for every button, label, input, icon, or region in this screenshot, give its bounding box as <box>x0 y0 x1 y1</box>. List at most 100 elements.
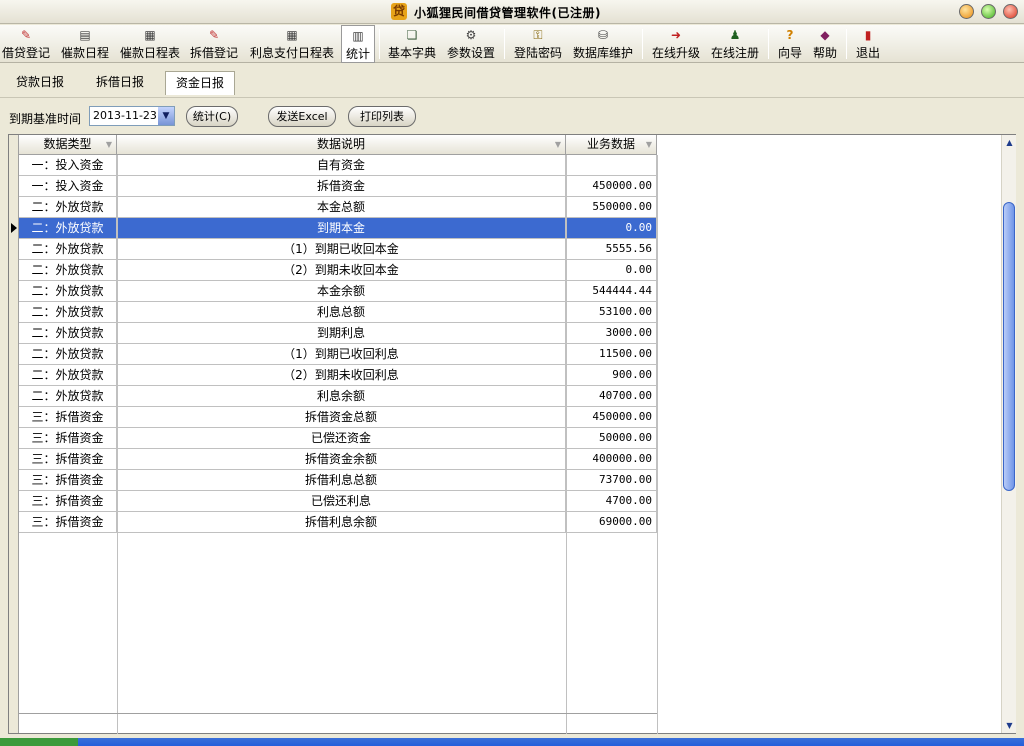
table-row[interactable]: 二：外放贷款 （2）到期未收回利息 900.00 <box>19 365 657 386</box>
cell-amount: 40700.00 <box>566 386 657 407</box>
toolbar-button-loan-register[interactable]: ✎ 借贷登记 <box>0 25 52 63</box>
table-row[interactable]: 三：拆借资金 拆借资金余额 400000.00 <box>19 449 657 470</box>
tab-funds-daily[interactable]: 资金日报 <box>165 71 236 95</box>
table-row[interactable]: 三：拆借资金 拆借利息余额 69000.00 <box>19 512 657 533</box>
toolbar-separator <box>846 29 847 59</box>
toolbar-separator <box>642 29 643 59</box>
toolbar-separator <box>768 29 769 59</box>
cell-data-type: 二：外放贷款 <box>19 323 117 344</box>
table-row[interactable]: 三：拆借资金 拆借资金总额 450000.00 <box>19 407 657 428</box>
table-row[interactable]: 二：外放贷款 （1）到期已收回利息 11500.00 <box>19 344 657 365</box>
title-bar: 贷 小狐狸民间借贷管理软件(已注册) <box>0 0 1024 24</box>
cell-amount: 50000.00 <box>566 428 657 449</box>
toolbar-button-database-maintenance[interactable]: ⛁ 数据库维护 <box>570 25 636 63</box>
cell-data-type: 二：外放贷款 <box>19 344 117 365</box>
minimize-button[interactable] <box>959 4 974 19</box>
column-divider <box>117 155 118 733</box>
cell-description: （2）到期未收回本金 <box>117 260 566 281</box>
key-icon: ⚿ <box>533 28 543 42</box>
filter-bar: 到期基准时间 2013-11-23 ▼ 统计(C) 发送Excel 打印列表 <box>4 100 1020 132</box>
table-row[interactable]: 三：拆借资金 已偿还资金 50000.00 <box>19 428 657 449</box>
cell-data-type: 三：拆借资金 <box>19 491 117 512</box>
table-row[interactable]: 二：外放贷款 到期本金 0.00 <box>19 218 657 239</box>
cell-amount: 11500.00 <box>566 344 657 365</box>
settings-icon: ⚙ <box>465 28 477 42</box>
cell-description: （1）到期已收回本金 <box>117 239 566 260</box>
chevron-down-icon[interactable]: ▼ <box>158 107 174 125</box>
grid-footer-row <box>19 713 658 734</box>
tab-borrow-daily[interactable]: 拆借日报 <box>86 71 154 95</box>
toolbar-button-dictionary[interactable]: ❏ 基本字典 <box>386 25 438 63</box>
toolbar-button-login-password[interactable]: ⚿ 登陆密码 <box>511 25 565 63</box>
due-date-value: 2013-11-23 <box>93 109 157 122</box>
cell-amount: 4700.00 <box>566 491 657 512</box>
cell-amount: 450000.00 <box>566 176 657 197</box>
table-row[interactable]: 二：外放贷款 利息余额 40700.00 <box>19 386 657 407</box>
scroll-down-icon[interactable]: ▼ <box>1002 718 1017 733</box>
print-list-button[interactable]: 打印列表 <box>348 106 416 127</box>
toolbar-button-online-upgrade[interactable]: ➜ 在线升级 <box>649 25 703 63</box>
table-row[interactable]: 二：外放贷款 本金余额 544444.44 <box>19 281 657 302</box>
statistics-button[interactable]: 统计(C) <box>186 106 238 127</box>
cell-description: 本金余额 <box>117 281 566 302</box>
column-header-type[interactable]: 数据类型 ▼ <box>19 135 117 155</box>
send-excel-button[interactable]: 发送Excel <box>268 106 336 127</box>
cell-data-type: 三：拆借资金 <box>19 407 117 428</box>
toolbar-button-online-register[interactable]: ♟ 在线注册 <box>708 25 762 63</box>
toolbar-button-help[interactable]: ◆ 帮助 <box>810 25 840 63</box>
toolbar-button-statistics[interactable]: ▥ 统计 <box>341 25 375 63</box>
toolbar-button-collection-schedule-table[interactable]: ▦ 催款日程表 <box>118 25 182 63</box>
cell-description: 利息总额 <box>117 302 566 323</box>
toolbar-button-interest-schedule[interactable]: ▦ 利息支付日程表 <box>248 25 336 63</box>
scroll-up-icon[interactable]: ▲ <box>1002 135 1017 150</box>
cell-description: 拆借资金余额 <box>117 449 566 470</box>
scrollbar-thumb[interactable] <box>1003 202 1015 491</box>
table-row[interactable]: 三：拆借资金 已偿还利息 4700.00 <box>19 491 657 512</box>
table-row[interactable]: 二：外放贷款 利息总额 53100.00 <box>19 302 657 323</box>
table-row[interactable]: 二：外放贷款 （2）到期未收回本金 0.00 <box>19 260 657 281</box>
tab-loan-daily[interactable]: 贷款日报 <box>6 71 74 95</box>
table-row[interactable]: 一：投入资金 拆借资金 450000.00 <box>19 176 657 197</box>
cell-data-type: 一：投入资金 <box>19 155 117 176</box>
cell-data-type: 二：外放贷款 <box>19 197 117 218</box>
funds-daily-grid[interactable]: 数据类型 ▼ 数据说明 ▼ 业务数据 ▼ 一：投入资金 自有资金 一：投入资金 拆借资金 45… <box>8 134 1016 734</box>
cell-data-type: 二：外放贷款 <box>19 281 117 302</box>
maximize-button[interactable] <box>981 4 996 19</box>
sort-arrow-icon: ▼ <box>645 140 652 149</box>
toolbar-button-exit[interactable]: ▮ 退出 <box>853 25 883 63</box>
cell-data-type: 三：拆借资金 <box>19 449 117 470</box>
report-tabs: 贷款日报 拆借日报 资金日报 <box>0 64 1024 98</box>
toolbar-separator <box>504 29 505 59</box>
help-question-icon: ? <box>786 28 794 42</box>
table-row[interactable]: 一：投入资金 自有资金 <box>19 155 657 176</box>
table-row[interactable]: 二：外放贷款 到期利息 3000.00 <box>19 323 657 344</box>
vertical-scrollbar[interactable]: ▲ ▼ <box>1001 135 1016 733</box>
cell-description: 到期利息 <box>117 323 566 344</box>
close-button[interactable] <box>1003 4 1018 19</box>
cell-data-type: 一：投入资金 <box>19 176 117 197</box>
window-title: 小狐狸民间借贷管理软件(已注册) <box>414 6 601 20</box>
toolbar-button-wizard[interactable]: ? 向导 <box>775 25 805 63</box>
table-row[interactable]: 二：外放贷款 本金总额 550000.00 <box>19 197 657 218</box>
loan-register-icon: ✎ <box>20 28 32 42</box>
cell-description: 自有资金 <box>117 155 566 176</box>
cell-data-type: 二：外放贷款 <box>19 386 117 407</box>
cell-description: 拆借利息总额 <box>117 470 566 491</box>
due-date-picker[interactable]: 2013-11-23 ▼ <box>89 106 175 126</box>
cell-amount: 544444.44 <box>566 281 657 302</box>
table-row[interactable]: 三：拆借资金 拆借利息总额 73700.00 <box>19 470 657 491</box>
column-header-description[interactable]: 数据说明 ▼ <box>117 135 566 155</box>
cell-description: 已偿还资金 <box>117 428 566 449</box>
cell-amount: 5555.56 <box>566 239 657 260</box>
start-button[interactable] <box>0 738 78 746</box>
toolbar-button-parameters[interactable]: ⚙ 参数设置 <box>444 25 498 63</box>
cell-data-type: 三：拆借资金 <box>19 512 117 533</box>
toolbar-button-collection-schedule[interactable]: ▤ 催款日程 <box>58 25 112 63</box>
cell-data-type: 三：拆借资金 <box>19 470 117 491</box>
cell-amount <box>566 155 657 176</box>
column-header-amount[interactable]: 业务数据 ▼ <box>566 135 657 155</box>
cell-description: 已偿还利息 <box>117 491 566 512</box>
table-row[interactable]: 二：外放贷款 （1）到期已收回本金 5555.56 <box>19 239 657 260</box>
help-book-icon: ◆ <box>820 28 830 42</box>
toolbar-button-borrow-register[interactable]: ✎ 拆借登记 <box>188 25 240 63</box>
